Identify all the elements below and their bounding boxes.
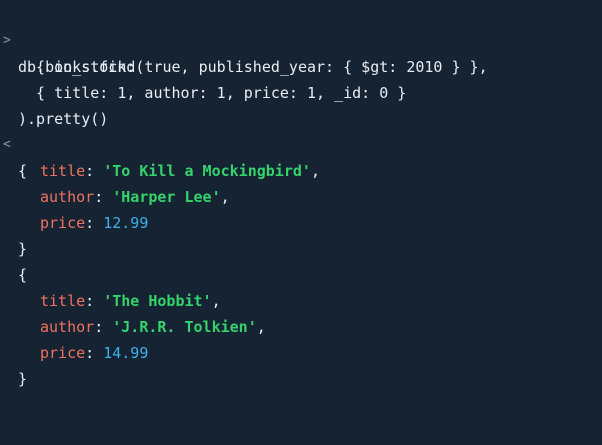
result-line-close-1: } bbox=[0, 210, 36, 258]
field-key: author bbox=[40, 188, 95, 206]
field-value: 'To Kill a Mockingbird' bbox=[103, 162, 311, 180]
input-line-3: { title: 1, author: 1, price: 1, _id: 0 … bbox=[0, 54, 406, 102]
field-comma: , bbox=[220, 188, 230, 206]
result-field-row: price: 14.99 bbox=[0, 314, 148, 362]
field-key: author bbox=[40, 318, 95, 336]
field-comma: , bbox=[211, 292, 221, 310]
close-brace: } bbox=[18, 370, 28, 388]
field-value: 'J.R.R. Tolkien' bbox=[112, 318, 257, 336]
field-separator: : bbox=[85, 162, 104, 180]
result-field-row: title: 'To Kill a Mockingbird', bbox=[0, 132, 320, 180]
field-separator: : bbox=[85, 344, 104, 362]
field-key: price bbox=[40, 344, 86, 362]
mongo-shell-output: > db.books.find( { in_stock: true, publi… bbox=[0, 0, 602, 445]
field-value: 14.99 bbox=[103, 344, 149, 362]
query-text: { in_stock: true, published_year: { $gt:… bbox=[18, 58, 488, 76]
field-comma: , bbox=[256, 318, 266, 336]
field-separator: : bbox=[85, 292, 104, 310]
field-separator: : bbox=[85, 214, 104, 232]
result-line-open-1: < { bbox=[0, 106, 36, 180]
result-field-row: title: 'The Hobbit', bbox=[0, 262, 221, 310]
field-comma: , bbox=[310, 162, 320, 180]
input-line-1: > db.books.find( bbox=[0, 2, 144, 76]
field-key: title bbox=[40, 292, 86, 310]
input-line-4: ).pretty() bbox=[0, 80, 108, 128]
field-value: 12.99 bbox=[103, 214, 149, 232]
field-separator: : bbox=[94, 188, 113, 206]
input-line-2: { in_stock: true, published_year: { $gt:… bbox=[0, 28, 488, 76]
result-field-row: author: 'Harper Lee', bbox=[0, 158, 230, 206]
result-line-open-2: { bbox=[0, 236, 36, 284]
result-field-row: author: 'J.R.R. Tolkien', bbox=[0, 288, 266, 336]
field-separator: : bbox=[94, 318, 113, 336]
result-field-row: price: 12.99 bbox=[0, 184, 148, 232]
field-key: price bbox=[40, 214, 86, 232]
field-key: title bbox=[40, 162, 86, 180]
field-value: 'The Hobbit' bbox=[103, 292, 212, 310]
result-line-close-2: } bbox=[0, 340, 36, 388]
field-value: 'Harper Lee' bbox=[112, 188, 221, 206]
query-text: { title: 1, author: 1, price: 1, _id: 0 … bbox=[18, 84, 407, 102]
